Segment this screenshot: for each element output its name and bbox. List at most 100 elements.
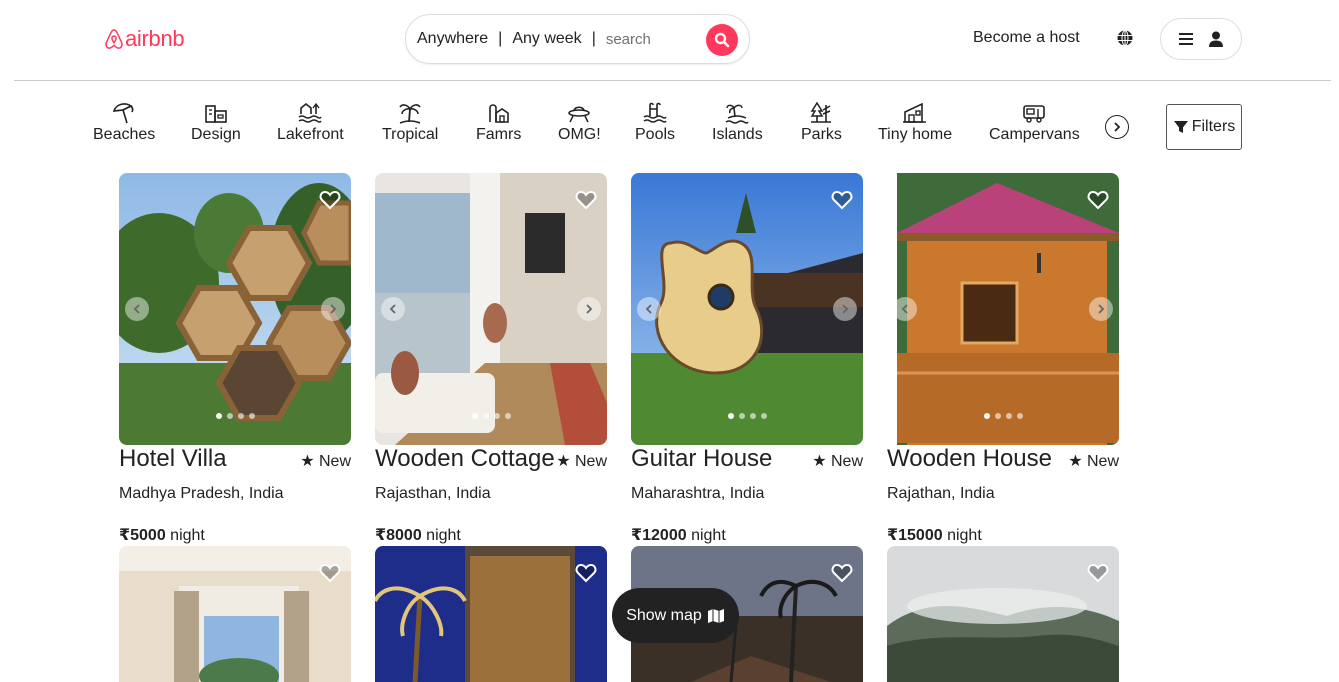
listing-title: Wooden Cottage — [375, 445, 555, 472]
favorite-heart-icon[interactable] — [575, 563, 597, 583]
listing-photo-image — [375, 173, 607, 445]
show-map-button[interactable]: Show map — [612, 588, 739, 643]
search-button[interactable] — [706, 24, 738, 56]
category-label: Islands — [712, 126, 763, 143]
category-lakefront[interactable]: Lakefront — [277, 100, 344, 144]
previous-photo-button[interactable] — [381, 297, 405, 321]
category-design[interactable]: Design — [191, 100, 241, 144]
listing-card[interactable]: Wooden House ★ New Rajathan, India ₹1500… — [887, 173, 1119, 544]
user-menu-button[interactable] — [1160, 18, 1242, 60]
show-map-label: Show map — [626, 606, 702, 624]
category-pools[interactable]: Pools — [635, 100, 675, 144]
favorite-heart-icon[interactable] — [319, 190, 341, 210]
category-beaches[interactable]: Beaches — [93, 100, 155, 144]
next-photo-button[interactable] — [577, 297, 601, 321]
chevron-left-icon — [645, 304, 652, 314]
next-photo-button[interactable] — [833, 297, 857, 321]
listing-card[interactable]: Hotel Villa ★ New Madhya Pradesh, India … — [119, 173, 351, 544]
search-icon — [714, 32, 730, 48]
listing-photo-image — [119, 173, 351, 445]
listing-photo[interactable] — [631, 173, 863, 445]
category-tropical[interactable]: Tropical — [382, 100, 438, 144]
listing-title: Guitar House — [631, 445, 773, 472]
previous-photo-button[interactable] — [893, 297, 917, 321]
listing-photo-image — [631, 173, 863, 445]
search-bar[interactable]: Anywhere | Any week | search — [405, 14, 750, 64]
tree-icon — [811, 101, 832, 123]
listing-photo[interactable] — [119, 546, 351, 682]
category-farms[interactable]: Famrs — [476, 100, 521, 144]
listing-photo[interactable] — [375, 173, 607, 445]
campervan-icon — [1023, 105, 1046, 123]
airbnb-logo-icon — [105, 29, 123, 49]
category-label: Design — [191, 126, 241, 143]
category-islands[interactable]: Islands — [712, 100, 763, 144]
category-omg[interactable]: OMG! — [558, 100, 601, 144]
next-photo-button[interactable] — [1089, 297, 1113, 321]
category-parks[interactable]: Parks — [801, 100, 842, 144]
listing-photo[interactable] — [887, 173, 1119, 445]
anywhere-button[interactable]: Anywhere — [417, 30, 488, 48]
listing-price: ₹15000 night — [887, 525, 982, 545]
category-label: Tiny home — [878, 126, 953, 143]
chevron-right-icon — [842, 304, 849, 314]
globe-icon[interactable] — [1116, 29, 1134, 47]
search-separator: | — [498, 30, 503, 47]
favorite-heart-icon[interactable] — [319, 563, 341, 583]
listing-photo-image — [119, 546, 351, 682]
listing-photo-image — [887, 173, 1119, 445]
listing-rating: ★ New — [556, 453, 607, 470]
price-amount: ₹12000 — [631, 527, 687, 544]
filters-button[interactable]: Filters — [1166, 104, 1242, 150]
filters-label: Filters — [1191, 118, 1236, 135]
favorite-heart-icon[interactable] — [831, 563, 853, 583]
category-label: OMG! — [558, 126, 601, 143]
building-icon — [205, 105, 227, 123]
category-tiny-home[interactable]: Tiny home — [878, 100, 952, 144]
chevron-left-icon — [389, 304, 396, 314]
chevron-left-icon — [901, 304, 908, 314]
categories-next-button[interactable] — [1105, 115, 1129, 139]
umbrella-icon — [113, 103, 134, 124]
listing-photo[interactable] — [375, 546, 607, 682]
favorite-heart-icon[interactable] — [1087, 190, 1109, 210]
become-host-link[interactable]: Become a host — [973, 29, 1080, 47]
listing-photo-image — [375, 546, 607, 682]
photo-pagination-dots — [375, 413, 607, 419]
listing-location: Rajathan, India — [887, 485, 995, 502]
header: airbnb Anywhere | Any week | search Beco… — [0, 0, 1339, 80]
farm-icon — [488, 104, 509, 123]
favorite-heart-icon[interactable] — [575, 190, 597, 210]
photo-pagination-dots — [119, 413, 351, 419]
previous-photo-button[interactable] — [125, 297, 149, 321]
price-unit: night — [942, 527, 982, 544]
favorite-heart-icon[interactable] — [831, 190, 853, 210]
listing-card[interactable] — [375, 546, 607, 682]
listing-location: Maharashtra, India — [631, 485, 765, 502]
any-week-button[interactable]: Any week — [512, 30, 581, 48]
pool-icon — [643, 102, 667, 123]
previous-photo-button[interactable] — [637, 297, 661, 321]
user-icon — [1209, 31, 1223, 47]
next-photo-button[interactable] — [321, 297, 345, 321]
hamburger-menu-icon — [1179, 33, 1193, 45]
listing-location: Rajasthan, India — [375, 485, 491, 502]
listing-card[interactable] — [887, 546, 1119, 682]
category-label: Famrs — [476, 126, 522, 143]
lakefront-icon — [298, 102, 323, 123]
ufo-icon — [568, 106, 591, 123]
price-amount: ₹8000 — [375, 527, 422, 544]
listing-rating: ★ New — [300, 453, 351, 470]
favorite-heart-icon[interactable] — [1087, 563, 1109, 583]
chevron-right-icon — [586, 304, 593, 314]
listing-card[interactable]: Guitar House ★ New Maharashtra, India ₹1… — [631, 173, 863, 544]
listing-photo[interactable] — [119, 173, 351, 445]
listing-card[interactable]: Wooden Cottage ★ New Rajasthan, India ₹8… — [375, 173, 607, 544]
search-input[interactable]: search — [606, 31, 651, 48]
category-label: Tropical — [382, 126, 439, 143]
logo-text: airbnb — [125, 26, 185, 51]
category-campervans[interactable]: Campervans — [989, 100, 1080, 144]
airbnb-logo[interactable]: airbnb — [104, 26, 185, 52]
listing-photo[interactable] — [887, 546, 1119, 682]
listing-card[interactable] — [119, 546, 351, 682]
